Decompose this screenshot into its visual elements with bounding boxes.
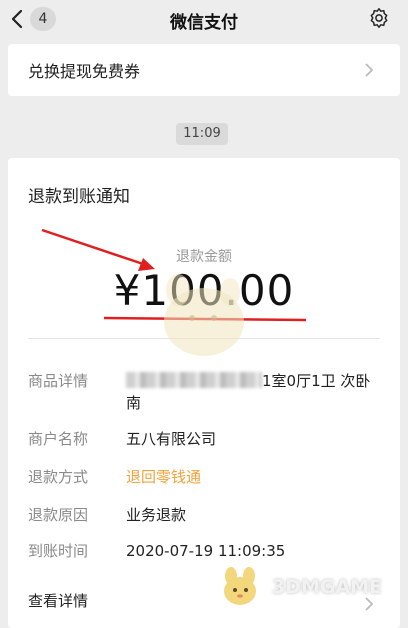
amount-label: 退款金额 [176, 249, 232, 265]
row-value: 五八有限公司 [126, 430, 217, 448]
row-key: 退款原因 [28, 506, 89, 524]
mascot-logo-icon [224, 567, 256, 605]
row-key: 商户名称 [28, 430, 89, 448]
message-timestamp: 11:09 [176, 123, 228, 145]
redeem-coupon-label: 兑换提现免费券 [28, 62, 141, 81]
row-key: 退款方式 [28, 468, 89, 486]
view-details-link[interactable]: 查看详情 [28, 590, 88, 611]
refund-notice-card[interactable]: 退款到账通知 退款金额 ¥100.00 商品详情 1室0厅1卫 次卧南 商户名称… [8, 158, 400, 628]
refund-amount: ¥100.00 [113, 266, 295, 315]
redeem-coupon-item[interactable]: 兑换提现免费券 [8, 44, 400, 96]
gear-icon[interactable] [368, 7, 390, 29]
blurred-text [126, 372, 262, 388]
divider [28, 338, 380, 339]
watermark-text: 3DMGAME [272, 576, 383, 598]
row-value: 退回零钱通 [126, 468, 202, 486]
row-value: 2020-07-19 11:09:35 [126, 542, 286, 560]
page-title: 微信支付 [170, 13, 238, 33]
notice-title: 退款到账通知 [28, 187, 130, 207]
logo-watermark: 3DMGAME [218, 564, 408, 610]
row-value: 业务退款 [126, 506, 187, 524]
chevron-right-icon [365, 63, 374, 77]
top-bar: 4 微信支付 [0, 0, 408, 40]
row-key: 商品详情 [28, 372, 89, 390]
row-value-wrap: 1室0厅1卫 次卧南 [126, 370, 384, 414]
row-key: 到账时间 [28, 542, 89, 560]
